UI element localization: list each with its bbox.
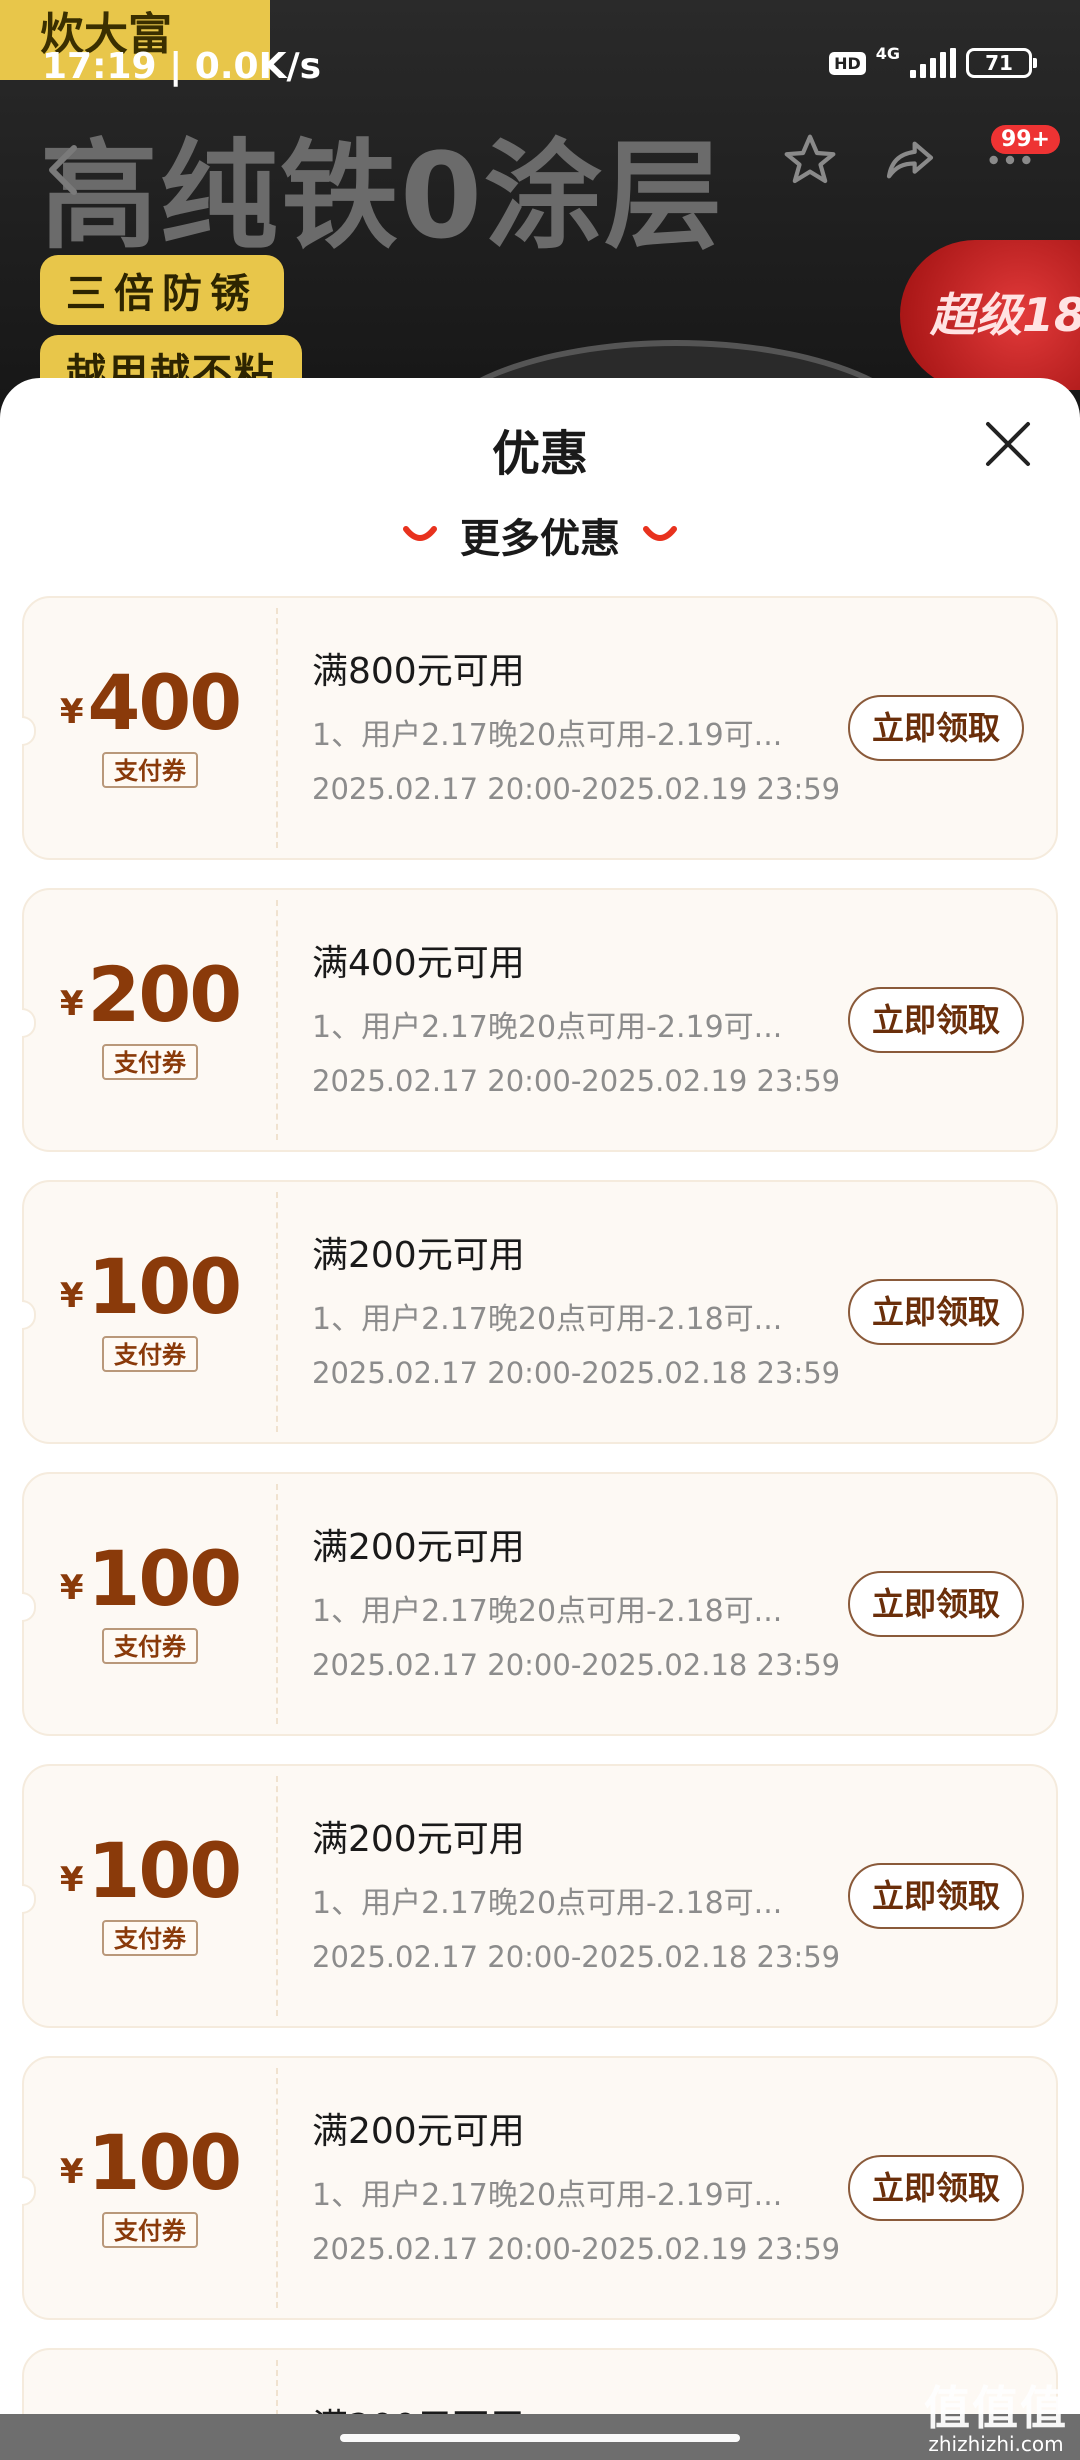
claim-button[interactable]: 立即领取 — [848, 1279, 1024, 1345]
coupon-card: ¥400 支付券 满800元可用 1、用户2.17晚20点可用-2.19可...… — [22, 596, 1058, 860]
system-nav-bar — [0, 2414, 1080, 2460]
coupon-card: ¥100 支付券 满200元可用 1、用户2.17晚20点可用-2.19可...… — [22, 2056, 1058, 2320]
watermark-logo: 值值值 — [924, 2381, 1068, 2435]
claim-button[interactable]: 立即领取 — [848, 695, 1024, 761]
coupon-card: ¥100 支付券 满200元可用 1、用户2.17晚20点可用-2.18可...… — [22, 1180, 1058, 1444]
coupon-type-tag: 支付券 — [102, 1628, 198, 1664]
coupon-description: 1、用户2.17晚20点可用-2.19可... — [312, 2178, 783, 2213]
section-title: 更多优惠 — [460, 516, 620, 562]
section-header: 更多优惠 — [0, 506, 1080, 564]
coupon-list: ¥400 支付券 满800元可用 1、用户2.17晚20点可用-2.19可...… — [22, 596, 1058, 2460]
nav-actions: 99+ — [780, 125, 1060, 190]
coupon-validity: 2025.02.17 20:00-2025.02.18 23:59 — [312, 1648, 841, 1682]
coupon-card: ¥100 支付券 满200元可用 1、用户2.17晚20点可用-2.18可...… — [22, 1764, 1058, 2028]
coupon-amount: ¥200 — [59, 950, 242, 1039]
status-bar: 17:19 | 0.0K/s HD 4G 71 — [0, 0, 1080, 130]
back-icon[interactable] — [42, 140, 86, 200]
smile-accent-icon — [403, 526, 437, 541]
status-time: 17:19 | 0.0K/s — [42, 46, 322, 87]
coupon-threshold: 满200元可用 — [312, 2111, 525, 2152]
message-count-badge: 99+ — [990, 125, 1060, 154]
status-indicators: HD 4G 71 — [829, 44, 1037, 78]
claim-button[interactable]: 立即领取 — [848, 1571, 1024, 1637]
coupon-threshold: 满800元可用 — [312, 651, 525, 692]
coupon-validity: 2025.02.17 20:00-2025.02.19 23:59 — [312, 1064, 841, 1098]
coupon-card: ¥100 支付券 满200元可用 1、用户2.17晚20点可用-2.18可...… — [22, 1472, 1058, 1736]
promo-badge: 超级18 — [900, 240, 1080, 390]
coupon-amount: ¥100 — [59, 2118, 242, 2207]
coupon-threshold: 满200元可用 — [312, 1527, 525, 1568]
coupon-validity: 2025.02.17 20:00-2025.02.19 23:59 — [312, 2232, 841, 2266]
claim-button[interactable]: 立即领取 — [848, 2155, 1024, 2221]
coupon-type-tag: 支付券 — [102, 752, 198, 788]
coupon-amount: ¥100 — [59, 1826, 242, 1915]
share-icon[interactable] — [880, 130, 940, 190]
coupon-amount: ¥400 — [59, 658, 242, 747]
close-icon[interactable] — [980, 416, 1036, 472]
coupon-validity: 2025.02.17 20:00-2025.02.19 23:59 — [312, 772, 841, 806]
coupon-description: 1、用户2.17晚20点可用-2.19可... — [312, 1010, 783, 1045]
coupon-sheet: 优惠 更多优惠 ¥400 支付券 满800元可用 1、用户2.17晚20点可用-… — [0, 378, 1080, 2460]
coupon-threshold: 满200元可用 — [312, 1819, 525, 1860]
favorite-star-icon[interactable] — [780, 130, 840, 190]
claim-button[interactable]: 立即领取 — [848, 1863, 1024, 1929]
coupon-threshold: 满200元可用 — [312, 1235, 525, 1276]
home-indicator[interactable] — [340, 2434, 740, 2442]
coupon-validity: 2025.02.17 20:00-2025.02.18 23:59 — [312, 1940, 841, 1974]
coupon-validity: 2025.02.17 20:00-2025.02.18 23:59 — [312, 1356, 841, 1390]
coupon-description: 1、用户2.17晚20点可用-2.18可... — [312, 1594, 783, 1629]
coupon-description: 1、用户2.17晚20点可用-2.19可... — [312, 718, 783, 753]
coupon-type-tag: 支付券 — [102, 1044, 198, 1080]
hd-icon: HD — [829, 51, 866, 75]
network-type: 4G — [875, 43, 900, 63]
coupon-type-tag: 支付券 — [102, 1336, 198, 1372]
coupon-card: ¥200 支付券 满400元可用 1、用户2.17晚20点可用-2.19可...… — [22, 888, 1058, 1152]
battery-icon: 71 — [966, 48, 1037, 78]
sheet-title: 优惠 — [491, 426, 588, 482]
coupon-type-tag: 支付券 — [102, 1920, 198, 1956]
banner-tag-rust: 三倍防锈 — [40, 255, 284, 325]
coupon-amount: ¥100 — [59, 1242, 242, 1331]
smile-accent-icon — [643, 526, 677, 541]
coupon-description: 1、用户2.17晚20点可用-2.18可... — [312, 1302, 783, 1337]
coupon-type-tag: 支付券 — [102, 2212, 198, 2248]
signal-icon — [910, 48, 956, 78]
watermark: 值值值 zhizhizhi.com — [924, 2372, 1068, 2456]
coupon-threshold: 满400元可用 — [312, 943, 525, 984]
coupon-description: 1、用户2.17晚20点可用-2.18可... — [312, 1886, 783, 1921]
more-menu-icon[interactable]: 99+ — [980, 125, 1060, 190]
claim-button[interactable]: 立即领取 — [848, 987, 1024, 1053]
coupon-amount: ¥100 — [59, 1534, 242, 1623]
